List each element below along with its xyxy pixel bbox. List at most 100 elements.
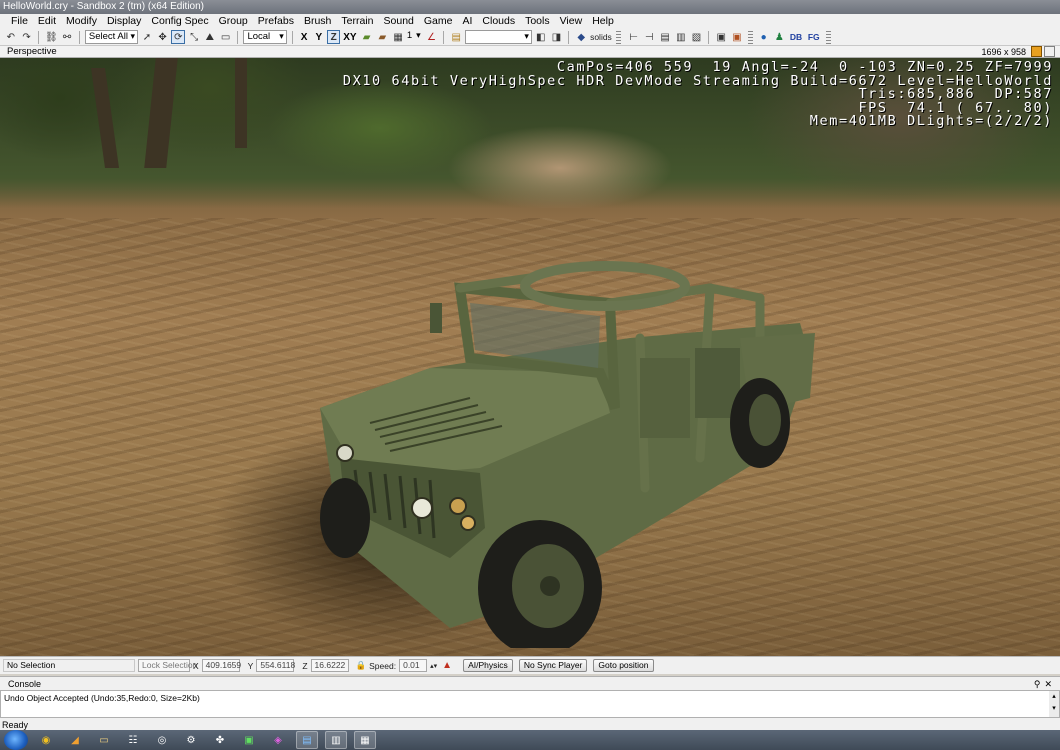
toolbar-divider — [291, 30, 293, 44]
menu-view[interactable]: View — [555, 14, 588, 29]
app-icon[interactable]: ◈ — [267, 731, 289, 749]
grid-icon[interactable]: ▦ — [391, 30, 405, 44]
menu-brush[interactable]: Brush — [299, 14, 336, 29]
select-region-icon[interactable]: ▭ — [219, 30, 233, 44]
axis-xy-button[interactable]: XY — [342, 30, 358, 44]
console-panel-header: Console ⚲✕ — [0, 676, 1060, 690]
viewport-header: Perspective 1696 x 958 — [0, 46, 1060, 58]
menu-tools[interactable]: Tools — [520, 14, 555, 29]
menu-file[interactable]: File — [6, 14, 33, 29]
grid-size-dropdown[interactable]: 1 — [407, 29, 423, 44]
surface-snap-icon[interactable]: ▰ — [375, 30, 389, 44]
database-button[interactable]: DB — [788, 30, 804, 44]
named-selection-dropdown[interactable] — [465, 30, 532, 44]
display-mode-icon[interactable]: ▣ — [714, 30, 728, 44]
selection-status: No Selection — [3, 659, 135, 672]
maximize-viewport-icon[interactable] — [1031, 46, 1042, 57]
menu-help[interactable]: Help — [587, 14, 619, 29]
toolbar-grip[interactable] — [615, 30, 621, 44]
toolbar-grip[interactable] — [825, 30, 831, 44]
pin-icon[interactable]: ⚲ — [1034, 679, 1045, 689]
coordinate-system-dropdown[interactable]: Local — [243, 30, 287, 44]
menu-modify[interactable]: Modify — [61, 14, 102, 29]
align-center-icon[interactable]: ⊣ — [642, 30, 656, 44]
lock-icon[interactable]: 🔒 — [356, 660, 367, 671]
app-icon[interactable]: ◎ — [151, 731, 173, 749]
x-label: X — [193, 660, 199, 671]
app-task-icon[interactable]: ▦ — [354, 731, 376, 749]
named-selection-icon[interactable]: ▤ — [449, 30, 463, 44]
select-pointer-icon[interactable]: ➚ — [140, 30, 154, 44]
close-icon[interactable]: ✕ — [1044, 679, 1056, 689]
no-sync-player-button[interactable]: No Sync Player — [518, 659, 588, 672]
humvee-model[interactable] — [300, 208, 830, 648]
menu-sound[interactable]: Sound — [379, 14, 419, 29]
app-icon[interactable]: ▣ — [238, 731, 260, 749]
axis-y-button[interactable]: Y — [312, 30, 325, 44]
speed-spinner-icon[interactable]: ▴▾ — [430, 662, 437, 670]
speed-field[interactable]: 0.01 — [399, 659, 428, 672]
main-toolbar: ↶ ↷ ⛓ ⚯ Select All ➚ ✥ ⟳ ⤡ ⛰ ▭ Local X Y… — [0, 29, 1060, 46]
viewport-resolution: 1696 x 958 — [981, 47, 1026, 57]
app-icon[interactable]: ◢ — [64, 731, 86, 749]
y-coordinate-field[interactable]: 554.6118 — [256, 659, 295, 672]
terrain-follow-icon[interactable]: ▲ — [440, 659, 454, 673]
angle-snap-icon[interactable]: ∠ — [425, 30, 439, 44]
steam-icon[interactable]: ⚙ — [180, 731, 202, 749]
axis-z-button[interactable]: Z — [327, 30, 341, 44]
menu-prefabs[interactable]: Prefabs — [253, 14, 299, 29]
screenshot-icon[interactable]: ▣ — [730, 30, 744, 44]
console-scrollbar[interactable]: ▴ ▾ — [1049, 691, 1059, 717]
start-button[interactable] — [4, 730, 28, 750]
viewport-name[interactable]: Perspective — [7, 46, 57, 57]
ai-character-icon[interactable]: ♟ — [772, 30, 786, 44]
material-icon[interactable]: ◧ — [534, 30, 548, 44]
speed-label: Speed: — [369, 660, 397, 671]
move-icon[interactable]: ✥ — [156, 30, 170, 44]
file-explorer-icon[interactable]: ▭ — [93, 731, 115, 749]
select-terrain-icon[interactable]: ⛰ — [203, 30, 217, 44]
redo-icon[interactable]: ↷ — [20, 30, 34, 44]
menu-config-spec[interactable]: Config Spec — [146, 14, 213, 29]
axis-x-button[interactable]: X — [298, 30, 311, 44]
console-title: Console — [8, 679, 42, 689]
flowgraph-button[interactable]: FG — [806, 30, 822, 44]
z-coordinate-field[interactable]: 16.6222 — [310, 659, 349, 672]
menu-clouds[interactable]: Clouds — [477, 14, 520, 29]
toolbar-grip[interactable] — [747, 30, 753, 44]
chrome-icon[interactable]: ◉ — [35, 731, 57, 749]
windows-taskbar: ◉ ◢ ▭ ☷ ◎ ⚙ ✤ ▣ ◈ ▤ ▥ ▦ — [0, 730, 1060, 750]
globe-icon[interactable]: ● — [757, 30, 771, 44]
menu-game[interactable]: Game — [419, 14, 458, 29]
terrain-snap-icon[interactable]: ▰ — [360, 30, 374, 44]
menu-edit[interactable]: Edit — [33, 14, 61, 29]
scale-icon[interactable]: ⤡ — [187, 30, 201, 44]
render-mode-label[interactable]: solids — [590, 32, 612, 42]
menu-group[interactable]: Group — [214, 14, 253, 29]
app-icon[interactable]: ✤ — [209, 731, 231, 749]
align-left-icon[interactable]: ⊢ — [627, 30, 641, 44]
app-icon[interactable]: ☷ — [122, 731, 144, 749]
link-icon[interactable]: ⛓ — [44, 30, 58, 44]
layout-grid-icon[interactable]: ▤ — [658, 30, 672, 44]
x-coordinate-field[interactable]: 409.1659 — [201, 659, 241, 672]
ai-physics-button[interactable]: AI/Physics — [463, 659, 513, 672]
rotate-icon[interactable]: ⟳ — [171, 30, 186, 44]
lock-selection-button[interactable]: Lock Selection — [138, 659, 197, 672]
render-mode-icon[interactable]: ◆ — [574, 30, 588, 44]
undo-icon[interactable]: ↶ — [4, 30, 18, 44]
menu-ai[interactable]: AI — [457, 14, 477, 29]
console-output[interactable]: Undo Object Accepted (Undo:35,Redo:0, Si… — [0, 690, 1060, 718]
selection-mask-dropdown[interactable]: Select All — [84, 30, 139, 44]
goto-position-button[interactable]: Goto position — [593, 659, 654, 672]
menu-display[interactable]: Display — [102, 14, 146, 29]
menu-terrain[interactable]: Terrain — [336, 14, 378, 29]
sandbox-task-icon[interactable]: ▤ — [296, 731, 318, 749]
perspective-viewport[interactable]: CamPos=406 559 19 Angl=-24 0 -103 ZN=0.2… — [0, 58, 1060, 656]
layout-columns-icon[interactable]: ▧ — [690, 30, 704, 44]
unlink-icon[interactable]: ⚯ — [60, 30, 74, 44]
viewport-options-icon[interactable] — [1044, 46, 1055, 57]
app-task-icon[interactable]: ▥ — [325, 731, 347, 749]
layout-rows-icon[interactable]: ▥ — [674, 30, 688, 44]
pick-material-icon[interactable]: ◨ — [550, 30, 564, 44]
